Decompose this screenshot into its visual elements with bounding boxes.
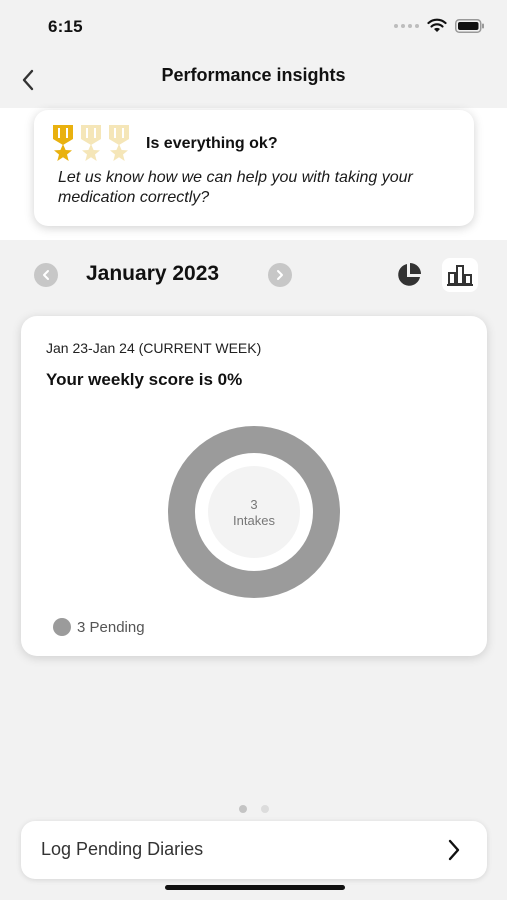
help-message: Let us know how we can help you with tak… (58, 169, 413, 206)
page-dot[interactable] (238, 805, 247, 813)
medal-icon (109, 125, 129, 161)
week-range: Jan 23-Jan 24 (CURRENT WEEK) (46, 340, 262, 356)
bar-view-button[interactable] (442, 258, 478, 292)
chevron-right-icon (448, 839, 460, 861)
battery-icon (455, 18, 484, 33)
month-label: January 2023 (86, 262, 220, 285)
log-button-label: Log Pending Diaries (41, 839, 204, 859)
next-month-button[interactable] (268, 263, 292, 287)
intake-count: 3 (250, 497, 258, 512)
status-time: 6:15 (48, 17, 83, 36)
home-indicator (165, 885, 345, 890)
status-bar: 6:15 (0, 0, 507, 52)
chart-legend: 3 Pending (53, 618, 145, 636)
medal-icon (81, 125, 101, 161)
help-card[interactable]: Is everything ok? Let us know how we can… (34, 110, 474, 226)
medal-group (50, 124, 132, 162)
status-icons (394, 18, 485, 33)
weekly-score: Your weekly score is 0% (46, 370, 243, 389)
medal-icon (53, 125, 73, 161)
month-selector: January 2023 (0, 250, 507, 300)
pie-view-button[interactable] (391, 258, 427, 292)
page-indicator[interactable] (0, 805, 507, 813)
help-title: Is everything ok? (146, 135, 278, 152)
page-dot[interactable] (260, 805, 269, 813)
bar-chart-icon (447, 265, 473, 286)
cellular-signal-icon (394, 23, 419, 28)
previous-month-button[interactable] (34, 263, 58, 287)
chevron-right-icon (277, 270, 283, 280)
chevron-left-icon (43, 270, 49, 280)
legend-label: 3 Pending (77, 618, 145, 636)
pie-chart-icon (398, 263, 421, 286)
legend-swatch (53, 618, 71, 636)
navigation-bar: Performance insights (0, 52, 507, 108)
wifi-icon (427, 18, 447, 32)
log-pending-diaries-button[interactable]: Log Pending Diaries (21, 821, 487, 879)
page-title: Performance insights (161, 65, 346, 85)
intake-label: Intakes (233, 513, 275, 528)
donut-center: 3 Intakes (208, 476, 300, 548)
weekly-score-card: Jan 23-Jan 24 (CURRENT WEEK) Your weekly… (21, 316, 487, 656)
